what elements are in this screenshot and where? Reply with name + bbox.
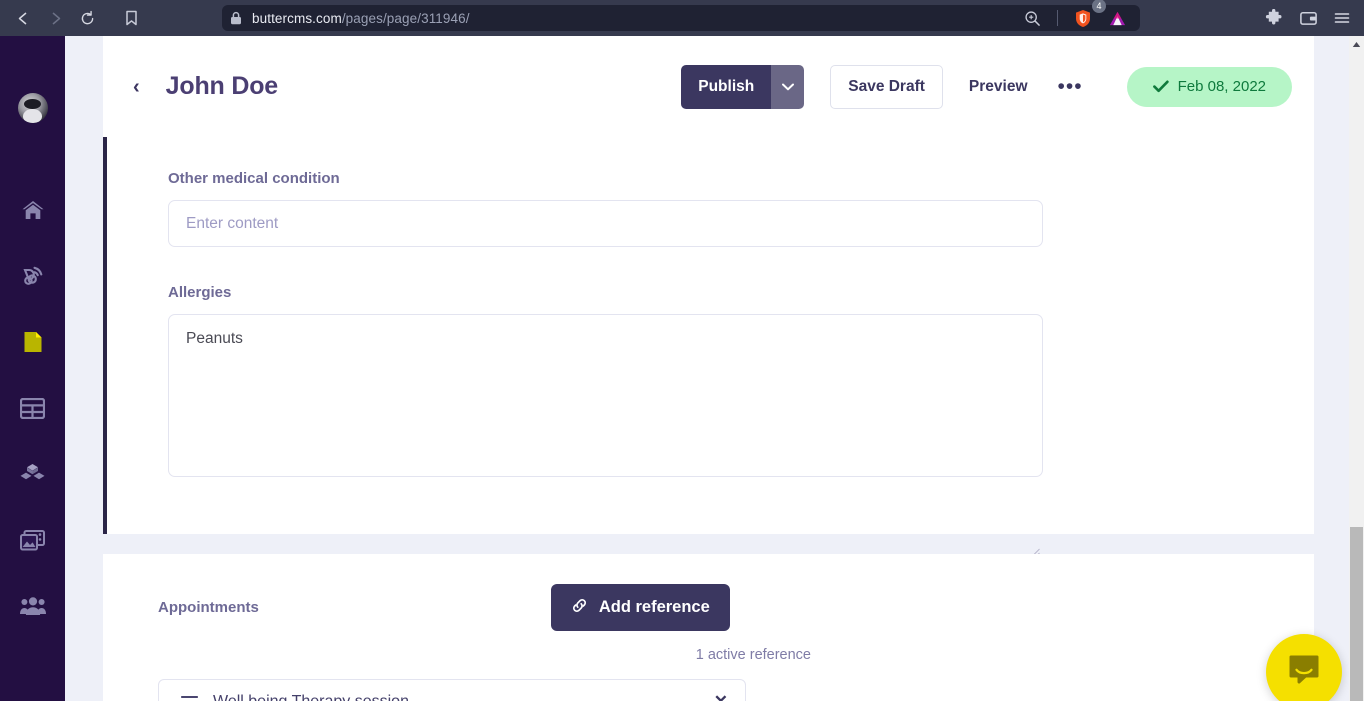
check-icon: [1152, 80, 1169, 93]
allergies-textarea[interactable]: [168, 314, 1043, 477]
app-sidebar: [0, 36, 65, 701]
address-bar-actions: 4: [1017, 0, 1132, 33]
media-image-icon: [20, 529, 45, 551]
wallet-icon[interactable]: [1294, 4, 1322, 32]
scrollbar-thumb[interactable]: [1350, 527, 1363, 701]
sidebar-item-users[interactable]: [13, 591, 53, 621]
url-domain: buttercms.com: [252, 10, 342, 26]
sidebar-item-components[interactable]: [13, 459, 53, 489]
back-arrow-icon[interactable]: [8, 3, 38, 33]
page-header: ‹ John Doe Publish Save Draft Preview ••…: [103, 36, 1314, 137]
hamburger-menu-icon[interactable]: [1328, 4, 1356, 32]
reload-icon[interactable]: [72, 3, 102, 33]
chevron-down-icon: [781, 79, 794, 94]
add-reference-button[interactable]: Add reference: [550, 584, 730, 631]
browser-toolbar: buttercms.com/pages/page/311946/ 4: [0, 0, 1364, 36]
link-icon: [571, 597, 588, 619]
scroll-up-arrow-icon[interactable]: [1349, 38, 1364, 51]
browser-right-actions: [1260, 0, 1356, 36]
page-title: John Doe: [165, 72, 278, 100]
other-medical-condition-input[interactable]: [168, 200, 1043, 247]
more-options-button[interactable]: •••: [1048, 76, 1093, 97]
zoom-search-icon[interactable]: [1017, 3, 1047, 33]
app-viewport: ‹ John Doe Publish Save Draft Preview ••…: [0, 36, 1364, 701]
avatar[interactable]: [17, 93, 48, 123]
url-path: /pages/page/311946/: [341, 10, 470, 26]
page-document-icon: [22, 330, 44, 354]
sidebar-item-home[interactable]: [13, 195, 53, 225]
vertical-scrollbar[interactable]: [1349, 36, 1364, 701]
sidebar-item-pages[interactable]: [13, 327, 53, 357]
lock-icon: [230, 11, 242, 25]
sidebar-nav: [0, 195, 65, 621]
publish-button-group: Publish: [681, 64, 805, 109]
status-badge: Feb 08, 2022: [1126, 66, 1292, 107]
sidebar-item-collections[interactable]: [13, 393, 53, 423]
puzzle-piece-icon[interactable]: [1260, 4, 1288, 32]
field-label-allergies: Allergies: [168, 284, 232, 301]
publish-dropdown-button[interactable]: [771, 64, 805, 109]
publish-button[interactable]: Publish: [681, 64, 772, 109]
toolbar-divider: [1057, 10, 1058, 26]
bookmark-icon[interactable]: [116, 3, 146, 33]
add-reference-label: Add reference: [598, 598, 710, 616]
field-label-other-medical-condition: Other medical condition: [168, 170, 340, 187]
blog-icon: [21, 264, 45, 288]
status-date-text: Feb 08, 2022: [1177, 78, 1266, 95]
save-draft-button[interactable]: Save Draft: [830, 64, 943, 109]
reference-item-label: Well being Therapy session: [213, 692, 409, 701]
chat-bubble-icon: [1287, 653, 1321, 692]
main-content: ‹ John Doe Publish Save Draft Preview ••…: [65, 36, 1364, 701]
blocks-icon: [20, 463, 45, 485]
list-item[interactable]: Well being Therapy session ✕: [158, 679, 746, 701]
back-chevron-icon[interactable]: ‹: [133, 77, 140, 97]
intercom-chat-launcher[interactable]: [1266, 634, 1342, 701]
sidebar-item-blog[interactable]: [13, 261, 53, 291]
brave-shield-icon[interactable]: 4: [1068, 0, 1106, 33]
sidebar-item-media[interactable]: [13, 525, 53, 555]
browser-nav-buttons: [0, 3, 102, 33]
people-icon: [19, 596, 46, 616]
address-bar[interactable]: buttercms.com/pages/page/311946/ 4: [222, 0, 1140, 33]
header-actions: Publish Save Draft Preview ••• Feb 08, 2…: [681, 64, 1292, 109]
remove-reference-icon[interactable]: ✕: [714, 693, 728, 701]
table-grid-icon: [20, 397, 45, 419]
brave-rewards-triangle-icon[interactable]: [1102, 3, 1132, 33]
home-icon: [21, 199, 45, 221]
references-header: Appointments Add reference: [158, 584, 1314, 631]
fields-card: Other medical condition Allergies: [103, 137, 1314, 557]
active-reference-count: 1 active reference: [695, 647, 811, 663]
drag-handle-icon[interactable]: [181, 695, 198, 701]
references-card: Appointments Add reference 1 active refe…: [103, 554, 1314, 701]
references-section-title: Appointments: [158, 599, 259, 616]
forward-arrow-icon[interactable]: [40, 3, 70, 33]
url-text: buttercms.com/pages/page/311946/: [252, 11, 1017, 26]
preview-button[interactable]: Preview: [959, 78, 1038, 96]
